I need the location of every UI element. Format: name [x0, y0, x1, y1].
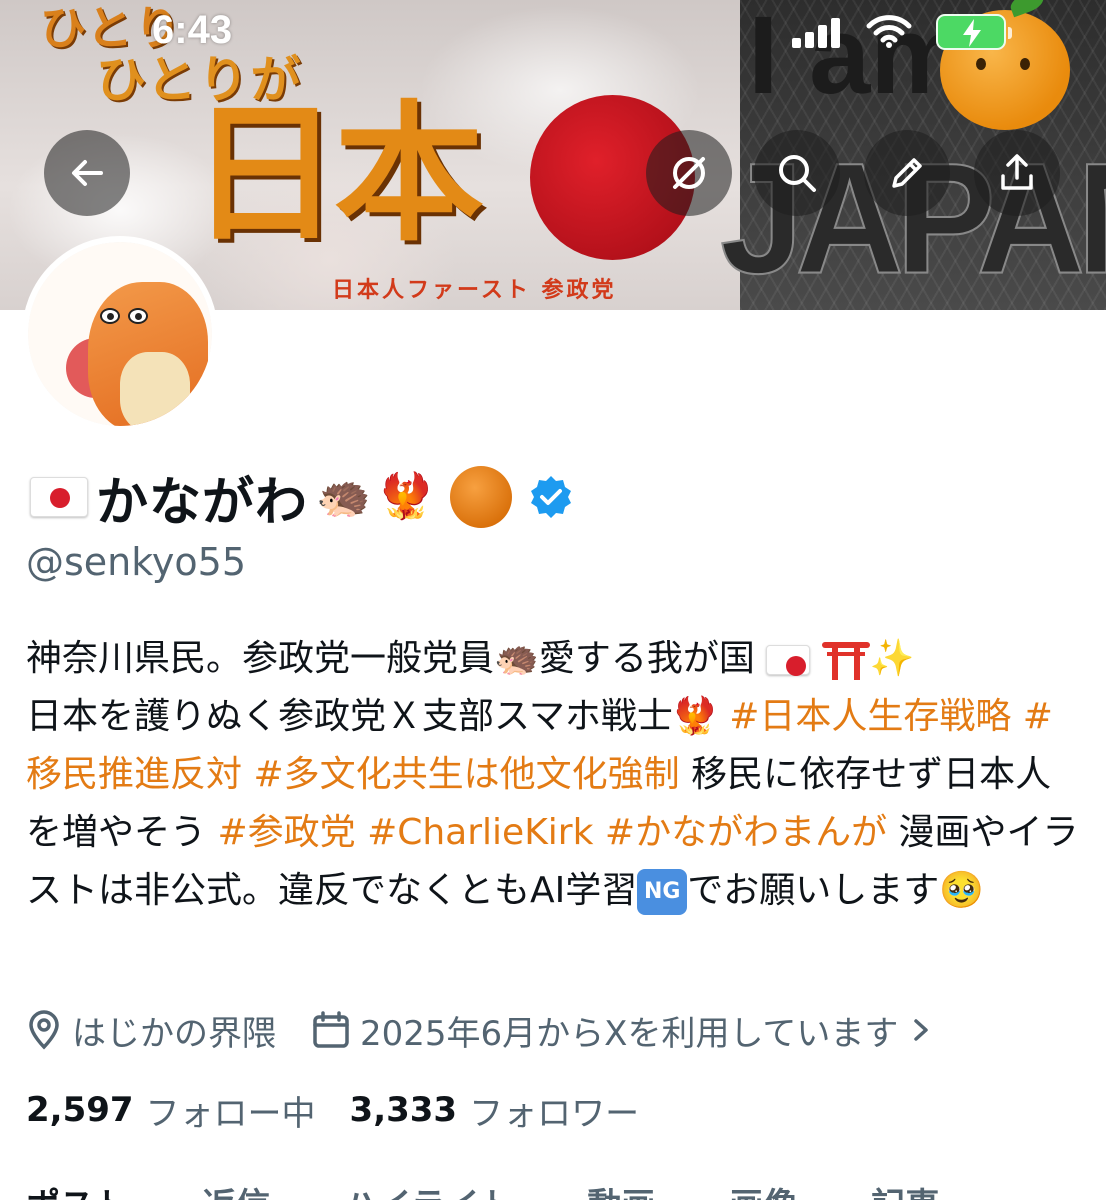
display-name: かながわ — [96, 472, 309, 533]
pencil-icon — [892, 158, 922, 188]
bio-text: 愛する我が国 — [538, 638, 767, 679]
hashtag-link[interactable]: #CharlieKirk — [356, 812, 593, 853]
status-time: 6:43 — [152, 8, 233, 52]
location-item: はじかの界隈 — [26, 1006, 276, 1055]
bio-text: 神奈川県民。参政党一般党員 — [26, 638, 495, 679]
mascot-eye — [1020, 58, 1030, 70]
wifi-icon — [866, 14, 912, 48]
followers-count[interactable]: 3,333 — [350, 1090, 458, 1130]
following-label[interactable]: フォロー中 — [146, 1086, 316, 1135]
tab-photos[interactable]: 画像 — [729, 1178, 797, 1200]
edit-button[interactable] — [864, 130, 950, 216]
japan-flag-icon — [766, 645, 811, 676]
phoenix-icon: 🐦‍🔥 — [672, 696, 718, 737]
phoenix-icon: 🐦‍🔥 — [378, 471, 434, 522]
pleading-face-icon: 🥹 — [939, 870, 985, 911]
tab-posts[interactable]: ポスト — [26, 1178, 128, 1200]
avatar-dragon-belly — [120, 352, 190, 426]
share-icon — [1001, 154, 1033, 190]
slash-circle-icon — [673, 157, 705, 189]
torii-gate-icon — [821, 640, 870, 680]
avatar-image — [28, 242, 212, 426]
hashtag-link[interactable]: #かながわまんが — [593, 812, 887, 853]
verified-badge-icon[interactable] — [528, 474, 574, 520]
user-handle: @senkyo55 — [26, 540, 247, 584]
calendar-icon — [313, 1011, 349, 1048]
avatar-eye — [100, 308, 120, 324]
orange-circle-icon — [449, 466, 512, 528]
chevron-right-icon — [914, 1019, 929, 1041]
profile-tabs: ポスト 返信 ハイライト 動画 画像 記事 — [26, 1178, 939, 1200]
arrow-left-icon — [72, 160, 103, 186]
hedgehog-icon: 🦔 — [494, 638, 539, 679]
bio-text: 日本を護りぬく参政党Ｘ支部スマホ戦士 — [26, 696, 673, 737]
search-button[interactable] — [754, 130, 840, 216]
share-button[interactable] — [974, 130, 1060, 216]
tab-articles[interactable]: 記事 — [871, 1178, 939, 1200]
back-button[interactable] — [44, 130, 130, 216]
following-count[interactable]: 2,597 — [26, 1090, 134, 1130]
banner-i-am-text: I am — [748, 0, 969, 117]
profile-bio: 神奈川県民。参政党一般党員🦔愛する我が国 ✨ 日本を護りぬく参政党Ｘ支部スマホ戦… — [26, 630, 1086, 920]
grok-button[interactable] — [646, 130, 732, 216]
avatar[interactable] — [22, 236, 218, 432]
hedgehog-icon: 🦔 — [316, 471, 371, 522]
ng-badge-icon: NG — [637, 869, 688, 915]
japan-flag-icon — [30, 477, 88, 517]
profile-meta-row: はじかの界隈 2025年6月からXを利用しています — [26, 1000, 980, 1060]
location-text: はじかの界隈 — [72, 1013, 276, 1054]
location-pin-icon — [29, 1010, 59, 1050]
hashtag-link[interactable]: #参政党 — [206, 812, 355, 853]
profile-name-row: かながわ 🦔 🐦‍🔥 — [30, 462, 574, 533]
search-icon — [779, 155, 816, 192]
banner-subtitle: 日本人ファースト 参政党 — [332, 278, 617, 303]
sparkles-icon: ✨ — [869, 638, 915, 679]
followers-label[interactable]: フォロワー — [469, 1086, 639, 1135]
tab-highlights[interactable]: ハイライト — [344, 1178, 513, 1200]
avatar-eye — [128, 308, 148, 324]
joined-date-text: 2025年6月からXを利用しています — [360, 1013, 899, 1054]
hashtag-link[interactable]: #日本人生存戦略 — [718, 696, 1011, 737]
tab-replies[interactable]: 返信 — [202, 1178, 270, 1200]
cellular-signal-icon — [792, 18, 842, 48]
bio-text: でお願いします — [687, 870, 940, 911]
battery-charging-icon — [936, 14, 1012, 50]
hashtag-link[interactable]: #多文化共生は他文化強制 — [242, 754, 679, 795]
tab-videos[interactable]: 動画 — [587, 1178, 655, 1200]
follow-stats: 2,597 フォロー中 3,333 フォロワー — [26, 1082, 673, 1138]
mascot-eye — [976, 58, 986, 70]
joined-item[interactable]: 2025年6月からXを利用しています — [312, 1006, 944, 1055]
banner-big-text: 日本 — [190, 88, 484, 262]
